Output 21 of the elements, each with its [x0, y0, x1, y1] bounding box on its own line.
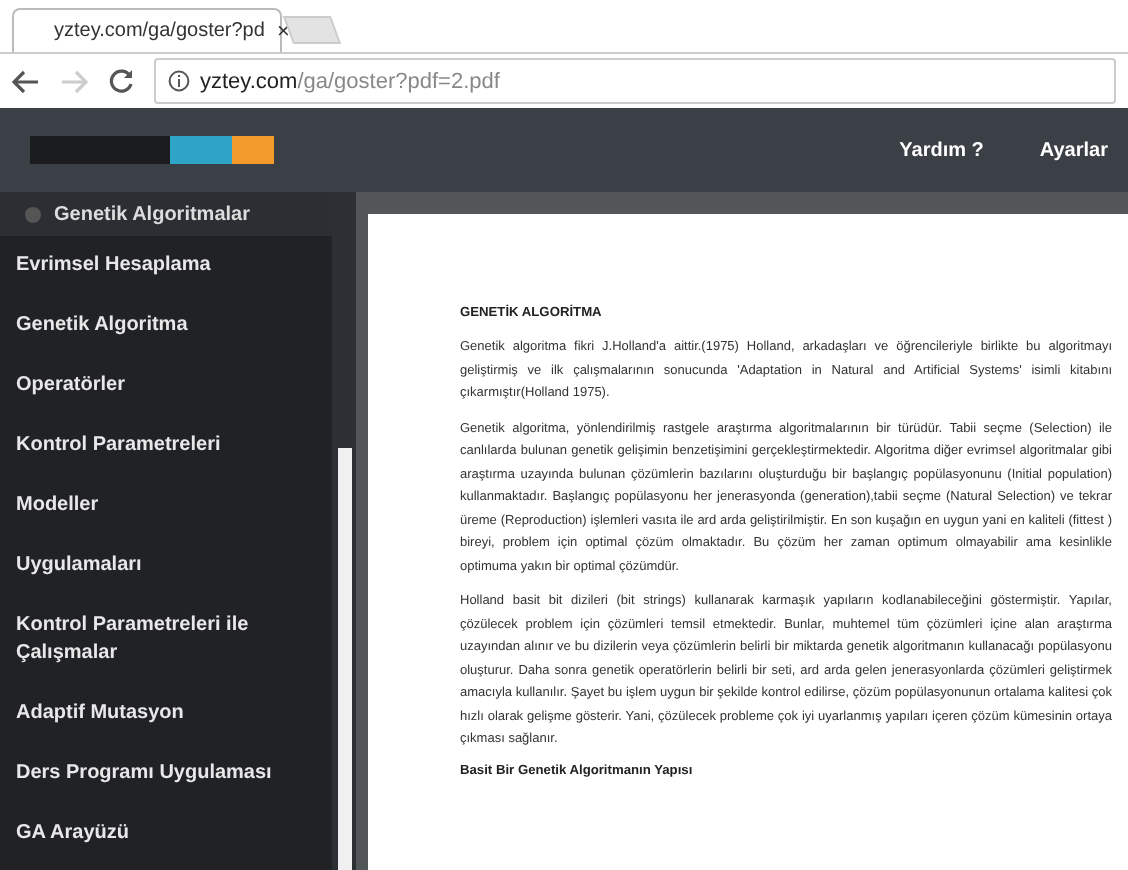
- address-field[interactable]: yztey.com/ga/goster?pdf=2.pdf: [154, 58, 1116, 104]
- header-link[interactable]: Yardım ?: [899, 139, 984, 161]
- scrollbar-thumb[interactable]: [338, 448, 352, 870]
- tab-title: yztey.com/ga/goster?pd: [54, 20, 265, 42]
- info-icon: [168, 70, 190, 92]
- sidebar-item[interactable]: Genetik Algoritma: [0, 296, 332, 356]
- new-tab-button[interactable]: [282, 16, 342, 44]
- sidebar-item[interactable]: Kontrol Parametreleri: [0, 416, 332, 476]
- back-icon[interactable]: [12, 69, 40, 93]
- sidebar-header[interactable]: Genetik Algoritmalar: [0, 192, 332, 236]
- sidebar-item[interactable]: GA Arayüzü: [0, 804, 332, 864]
- header-link[interactable]: Ayarlar: [1039, 139, 1108, 161]
- sidebar-item[interactable]: Evrimsel Hesaplama: [0, 236, 332, 296]
- forward-icon[interactable]: [60, 69, 88, 93]
- sidebar-item[interactable]: Modeller: [0, 476, 332, 536]
- sidebar-item[interactable]: Uygulamaları: [0, 536, 332, 596]
- sidebar-item[interactable]: Operatörler: [0, 356, 332, 416]
- sidebar-item[interactable]: Kontrol Parametreleri ile Çalışmalar: [0, 596, 332, 684]
- sidebar-item[interactable]: Adaptif Mutasyon: [0, 684, 332, 744]
- sidebar-item[interactable]: Ders Programı Uygulaması: [0, 744, 332, 804]
- reload-icon[interactable]: [108, 68, 134, 94]
